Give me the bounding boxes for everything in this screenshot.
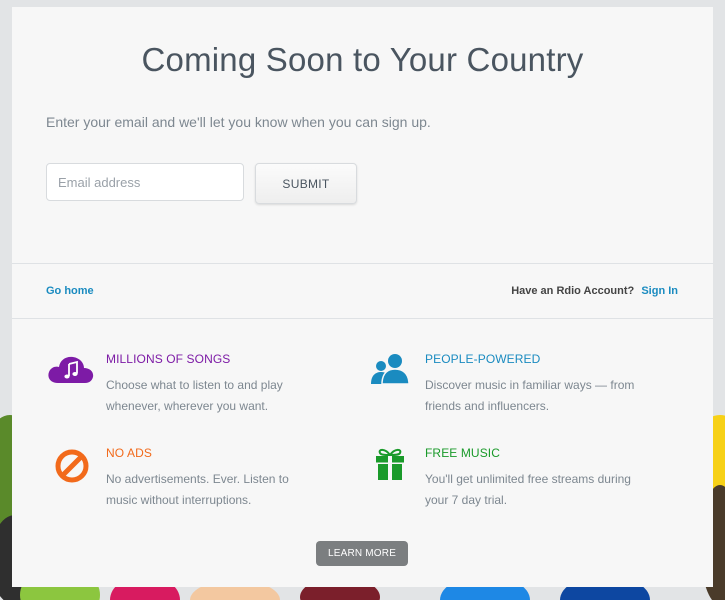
feature-description: Discover music in familiar ways — from f…: [425, 378, 635, 413]
sign-in-link[interactable]: Sign In: [641, 285, 678, 297]
feature-title: FREE MUSIC: [425, 446, 501, 460]
feature-description: You'll get unlimited free streams during…: [425, 472, 631, 507]
people-icon: [371, 354, 410, 385]
learn-more-button[interactable]: LEARN MORE: [316, 541, 408, 566]
account-prompt: Have an Rdio Account? Sign In: [511, 285, 678, 297]
divider: [12, 263, 713, 264]
feature-title: PEOPLE-POWERED: [425, 352, 541, 366]
feature-description: Choose what to listen to and play whenev…: [106, 378, 283, 413]
music-cloud-icon: [48, 356, 94, 383]
feature-title: MILLIONS OF SONGS: [106, 352, 231, 366]
no-ads-icon: [55, 449, 89, 483]
divider: [12, 318, 713, 319]
email-field[interactable]: [46, 163, 244, 201]
page-title: Coming Soon to Your Country: [141, 41, 584, 78]
page-subtitle: Enter your email and we'll let you know …: [46, 114, 431, 130]
submit-button[interactable]: SUBMIT: [255, 163, 357, 204]
feature-description: No advertisements. Ever. Listen to music…: [106, 472, 289, 507]
gift-icon: [376, 448, 404, 480]
feature-title: NO ADS: [106, 446, 152, 460]
go-home-link[interactable]: Go home: [46, 285, 94, 297]
account-prompt-text: Have an Rdio Account?: [511, 285, 635, 297]
signup-card: Coming Soon to Your Country Enter your e…: [12, 7, 713, 587]
